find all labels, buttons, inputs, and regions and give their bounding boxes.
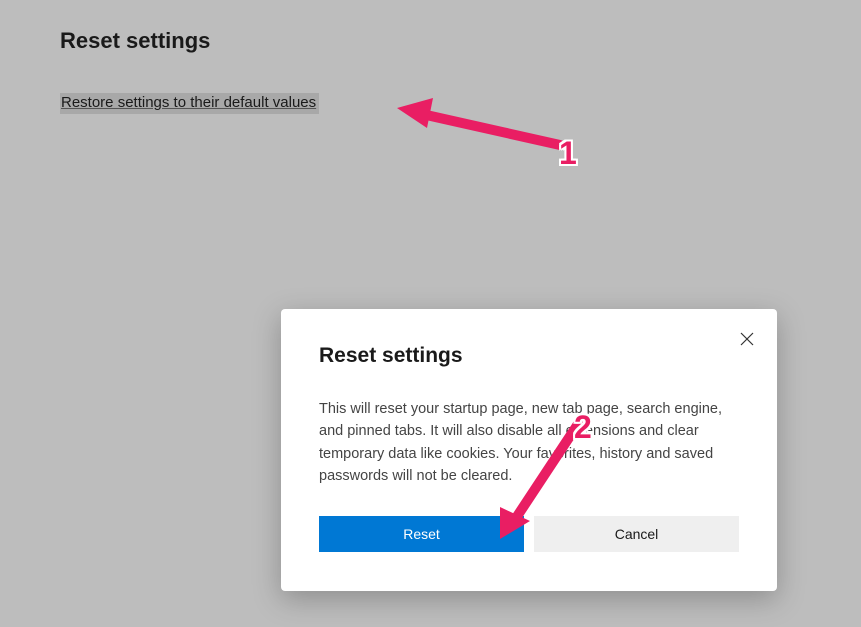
reset-button[interactable]: Reset	[319, 516, 524, 552]
dialog-body-text: This will reset your startup page, new t…	[319, 398, 739, 488]
cancel-button[interactable]: Cancel	[534, 516, 739, 552]
dialog-button-row: Reset Cancel	[319, 516, 739, 552]
dialog-title: Reset settings	[319, 344, 739, 368]
annotation-arrow-1	[395, 90, 575, 155]
restore-settings-link[interactable]: Restore settings to their default values	[60, 93, 319, 114]
page-title: Reset settings	[60, 28, 210, 54]
annotation-label-1: 1	[559, 135, 577, 172]
reset-settings-dialog: Reset settings This will reset your star…	[281, 309, 777, 591]
close-icon	[740, 332, 754, 346]
close-button[interactable]	[735, 327, 759, 351]
